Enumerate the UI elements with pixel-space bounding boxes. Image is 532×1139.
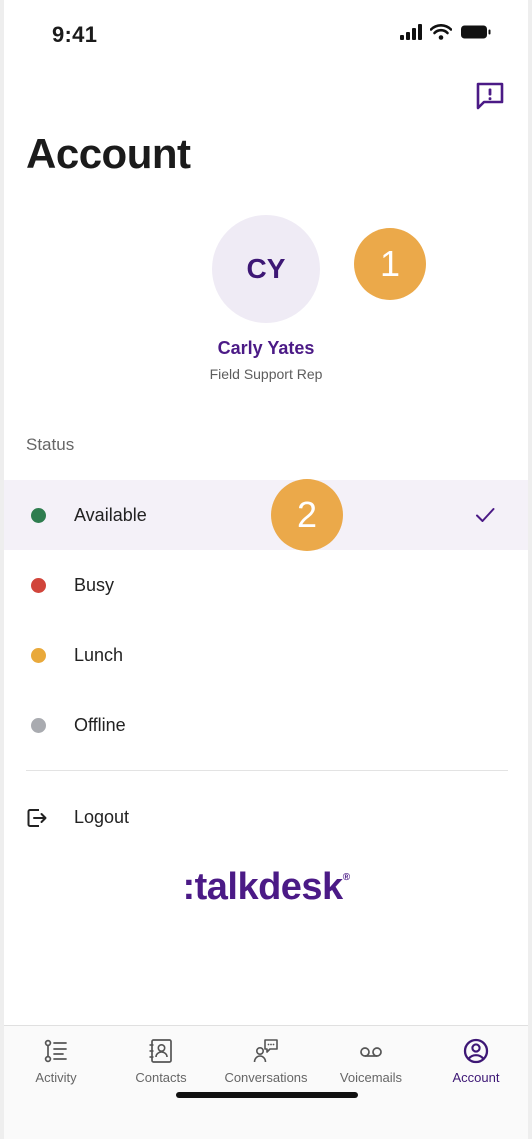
logo-text: :talkdesk [182, 866, 343, 908]
user-name: Carly Yates [217, 338, 315, 358]
avatar[interactable]: CY [212, 215, 320, 323]
talkdesk-logo: :talkdesk® [4, 866, 528, 909]
voicemail-icon [360, 1047, 382, 1057]
user-role: Field Support Rep [209, 366, 323, 382]
feedback-button[interactable] [474, 80, 506, 112]
status-icons [400, 24, 492, 40]
tab-contacts-label: Contacts [135, 1070, 187, 1085]
annotation-marker-2: 2 [271, 479, 343, 551]
tab-activity-label: Activity [35, 1070, 77, 1085]
status-option-offline[interactable]: Offline [4, 690, 528, 760]
logo-reg-mark: ® [342, 872, 350, 883]
status-option-busy[interactable]: Busy [4, 550, 528, 620]
message-alert-icon [476, 82, 504, 110]
status-dot-available [31, 507, 46, 523]
status-label-offline: Offline [74, 714, 126, 735]
wifi-icon [430, 24, 452, 40]
tab-account-label: Account [452, 1070, 500, 1085]
battery-icon [461, 25, 491, 39]
account-icon [463, 1038, 489, 1064]
status-option-available[interactable]: Available [4, 480, 528, 550]
contacts-icon [149, 1039, 172, 1063]
status-time: 9:41 [52, 22, 98, 47]
status-dot-offline [31, 717, 46, 733]
status-label-available: Available [74, 504, 147, 525]
checkmark-icon [476, 508, 495, 522]
marker-2-label: 2 [296, 494, 318, 535]
phone-screen: 9:41 Account CY 1 Carly Yates Field Supp… [4, 0, 528, 1139]
tab-voicemails-label: Voicemails [339, 1070, 403, 1085]
cellular-signal-icon [400, 24, 422, 40]
tab-conversations-label: Conversations [224, 1070, 308, 1085]
home-indicator[interactable] [176, 1092, 358, 1098]
status-option-lunch[interactable]: Lunch [4, 620, 528, 690]
tab-activity[interactable]: Activity [4, 1034, 108, 1104]
status-label-busy: Busy [74, 574, 115, 595]
tab-account[interactable]: Account [424, 1034, 528, 1104]
logout-icon [27, 809, 47, 827]
status-label-lunch: Lunch [74, 644, 124, 665]
avatar-initials: CY [246, 253, 286, 284]
annotation-marker-1: 1 [354, 228, 426, 300]
divider [26, 770, 508, 771]
marker-1-label: 1 [379, 243, 401, 284]
page-title: Account [26, 130, 191, 177]
status-dot-lunch [31, 647, 46, 663]
status-bar: 9:41 [4, 0, 528, 70]
activity-icon [44, 1039, 67, 1063]
conversations-icon [253, 1039, 278, 1063]
logout-button[interactable]: Logout [4, 795, 528, 841]
status-dot-busy [31, 577, 46, 593]
status-section-label: Status [26, 435, 75, 454]
logout-label: Logout [74, 807, 130, 827]
status-list: Available Busy Lunch Offline [4, 480, 528, 760]
tab-bar: Activity Contacts Conversations Voicemai… [4, 1025, 528, 1139]
